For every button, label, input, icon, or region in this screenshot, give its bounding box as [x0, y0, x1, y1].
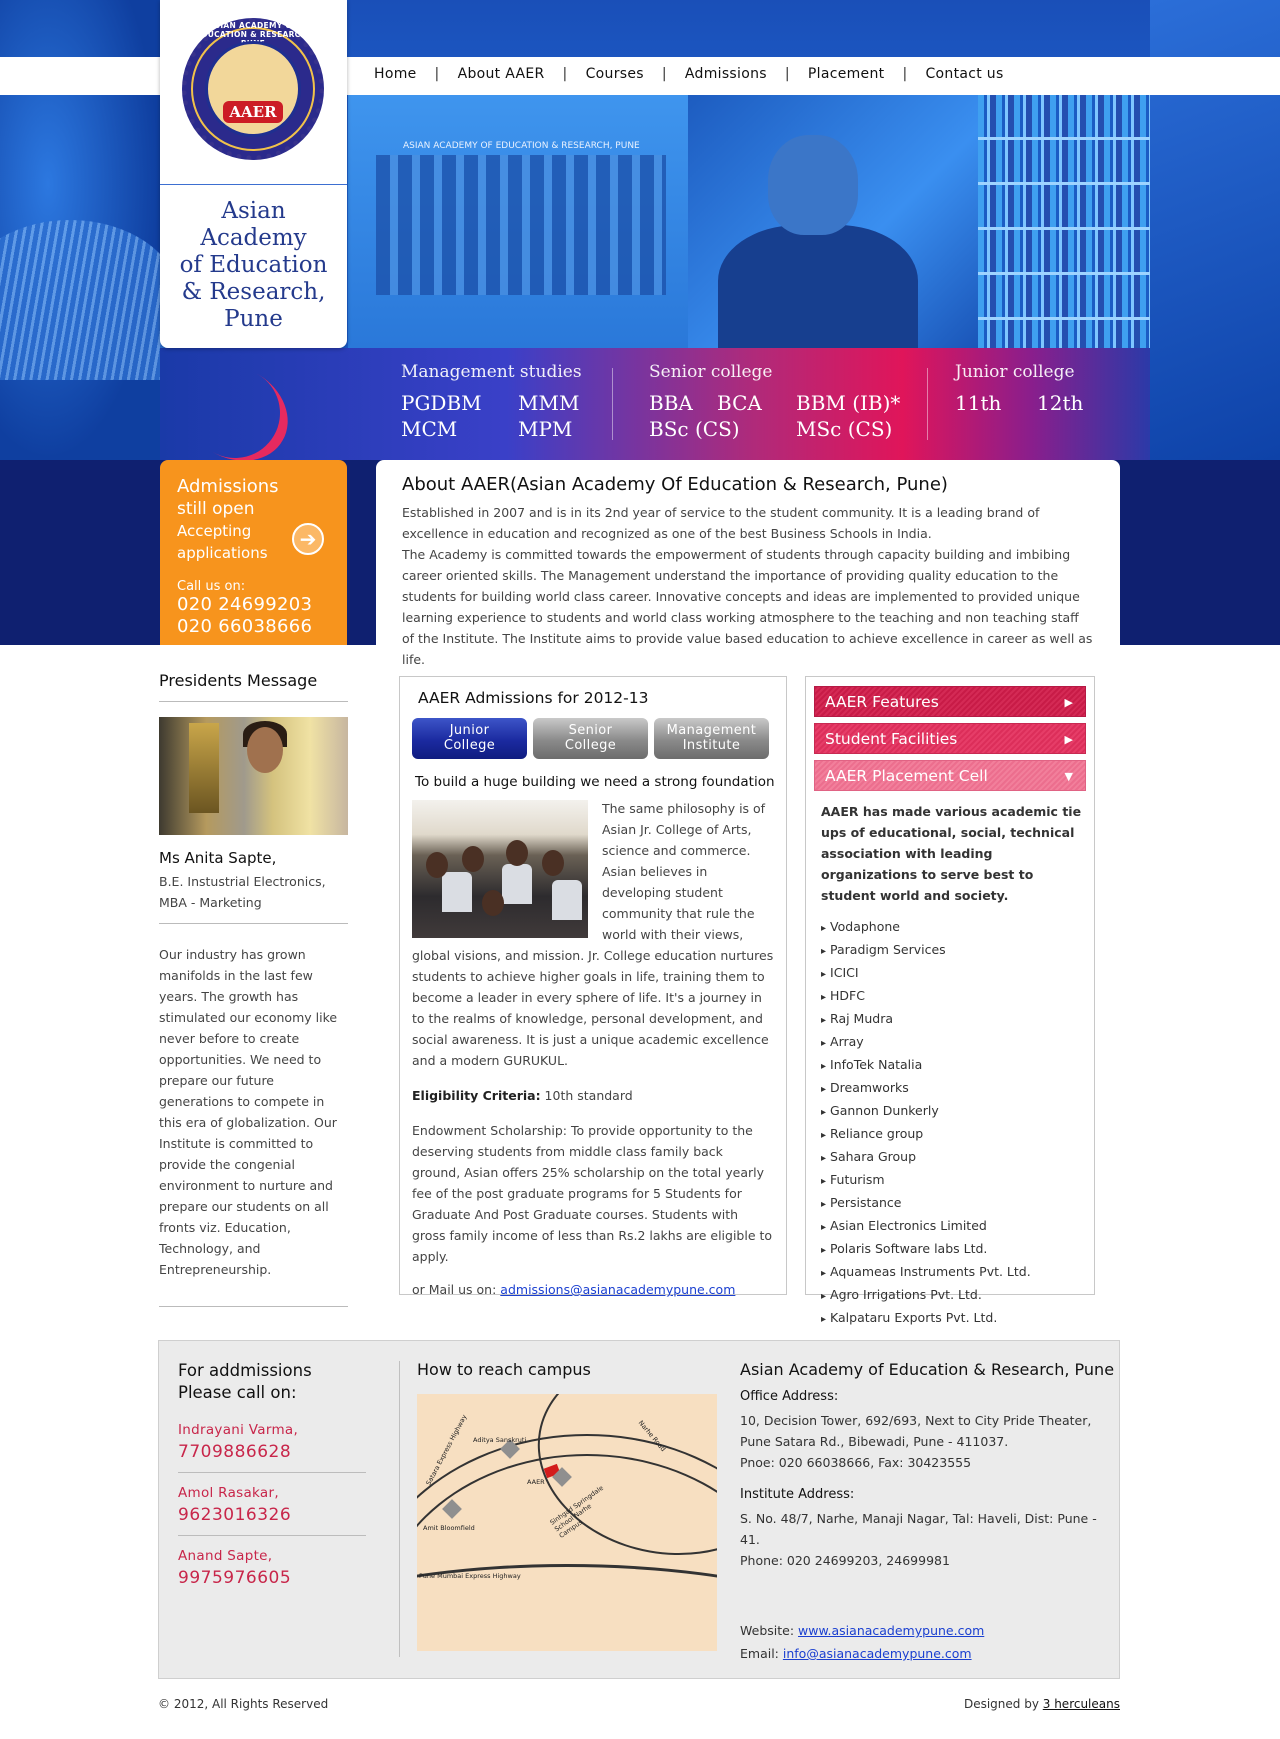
contact-person: Indrayani Varma, 7709886628: [178, 1422, 366, 1473]
nav-admissions[interactable]: Admissions: [683, 66, 769, 82]
admissions-title: AAER Admissions for 2012-13: [418, 689, 649, 707]
course-link[interactable]: MSc (CS): [796, 416, 892, 442]
president-photo: [159, 717, 348, 835]
campus-map[interactable]: Aditya Sanskruti AAER Sinhgad Springdale…: [417, 1394, 717, 1651]
eligibility: Eligibility Criteria: 10th standard: [412, 1088, 633, 1103]
accordion-aaer-features[interactable]: AAER Features ▶: [814, 686, 1086, 717]
bookshelf-image: [978, 95, 1150, 348]
designer-link[interactable]: 3 herculeans: [1043, 1697, 1120, 1711]
chevron-down-icon: ▼: [1064, 770, 1073, 783]
list-item: HDFC: [821, 985, 1086, 1008]
copyright: © 2012, All Rights Reserved: [158, 1697, 329, 1711]
course-link[interactable]: MPM: [518, 416, 572, 442]
nav-courses[interactable]: Courses: [584, 66, 646, 82]
hero-collage: ASIAN ACADEMY OF EDUCATION & RESEARCH, P…: [348, 95, 1150, 348]
course-link[interactable]: BBA: [649, 390, 717, 416]
list-item: Reliance group: [821, 1123, 1086, 1146]
list-item: Aquameas Instruments Pvt. Ltd.: [821, 1261, 1086, 1284]
junior-courses: Junior college 11th 12th: [955, 362, 1084, 416]
course-link[interactable]: PGDBM: [401, 390, 518, 416]
course-link[interactable]: 11th: [955, 390, 1037, 416]
course-link[interactable]: BCA: [717, 390, 796, 416]
main-nav: Home | About AAER | Courses | Admissions | P…: [372, 66, 1005, 82]
teacher-image: [688, 95, 978, 348]
contact-person: Anand Sapte, 9975976605: [178, 1548, 292, 1588]
course-tabs: Junior College Senior College Management In…: [412, 718, 775, 759]
list-item: Dreamworks: [821, 1077, 1086, 1100]
campus-building-image: ASIAN ACADEMY OF EDUCATION & RESEARCH, P…: [348, 95, 688, 348]
list-item: Paradigm Services: [821, 939, 1086, 962]
accordion-placement-cell[interactable]: AAER Placement Cell ▼: [814, 760, 1086, 791]
list-item: Agro Irrigations Pvt. Ltd.: [821, 1284, 1086, 1307]
admissions-panel: AAER Admissions for 2012-13 Junior Colleg…: [399, 676, 787, 1297]
tab-management-institute[interactable]: Management Institute: [654, 718, 769, 759]
president-message-text: Our industry has grown manifolds in the …: [159, 944, 348, 1307]
list-item: Polaris Software labs Ltd.: [821, 1238, 1086, 1261]
phone-number: 020 24699203: [177, 594, 313, 615]
list-item: Asian Electronics Limited: [821, 1215, 1086, 1238]
aaer-emblem-logo: ASIAN ACADEMY OF EDUCATION & RESEARCH, P…: [182, 18, 324, 160]
admissions-open-box[interactable]: Admissions still open Accepting applicat…: [160, 460, 347, 645]
list-item: Kalpataru Exports Pvt. Ltd.: [821, 1307, 1086, 1330]
contact-person: Amol Rasakar, 9623016326: [178, 1485, 366, 1536]
admissions-email-link[interactable]: admissions@asianacademypune.com: [500, 1282, 735, 1297]
designer-credit: Designed by 3 herculeans: [963, 1697, 1120, 1711]
website-link[interactable]: www.asianacademypune.com: [798, 1623, 984, 1638]
nav-about[interactable]: About AAER: [456, 66, 547, 82]
scholarship-text: Endowment Scholarship: To provide opport…: [412, 1123, 773, 1264]
management-courses: Management studies PGDBM MMM MCM MPM: [401, 362, 582, 442]
features-panel: AAER Features ▶ Student Facilities ▶ AAER …: [805, 676, 1095, 1325]
phone-number: 020 66038666: [177, 616, 313, 637]
list-item: Persistance: [821, 1192, 1086, 1215]
accordion-student-facilities[interactable]: Student Facilities ▶: [814, 723, 1086, 754]
logo-card[interactable]: ASIAN ACADEMY OF EDUCATION & RESEARCH, P…: [160, 0, 347, 348]
classroom-photo: [412, 800, 588, 938]
nav-home[interactable]: Home: [372, 66, 419, 82]
tab-junior-college[interactable]: Junior College: [412, 718, 527, 759]
list-item: Sahara Group: [821, 1146, 1086, 1169]
presidents-message: Presidents Message Ms Anita Sapte, B.E. …: [159, 671, 348, 1307]
course-link[interactable]: BBM (IB)*: [796, 390, 900, 416]
institute-name: Asian Academy of Education & Research, P…: [179, 198, 328, 332]
admission-contacts: For addmissions Please call on: Indrayan…: [178, 1360, 366, 1598]
course-strip: Management studies PGDBM MMM MCM MPM Senio…: [160, 346, 1150, 480]
address-section: Asian Academy of Education & Research, P…: [740, 1360, 1115, 1661]
course-link[interactable]: 12th: [1037, 390, 1083, 416]
tab-senior-college[interactable]: Senior College: [533, 718, 648, 759]
list-item: Raj Mudra: [821, 1008, 1086, 1031]
arrow-right-icon: ▶: [1064, 733, 1073, 746]
arrow-right-icon: ▶: [1064, 696, 1073, 709]
about-section: About AAER(Asian Academy Of Education & …: [376, 460, 1120, 667]
president-name: Ms Anita Sapte,: [159, 849, 277, 867]
course-link[interactable]: MMM: [518, 390, 579, 416]
footer-contact-box: For addmissions Please call on: Indrayan…: [158, 1340, 1120, 1679]
list-item: InfoTek Natalia: [821, 1054, 1086, 1077]
list-item: Futurism: [821, 1169, 1086, 1192]
partner-list: Vodaphone Paradigm Services ICICI HDFC R…: [821, 916, 1086, 1330]
email-link[interactable]: info@asianacademypune.com: [783, 1646, 972, 1661]
campus-map-section: How to reach campus Aditya Sanskruti AAE…: [417, 1360, 717, 1651]
course-link[interactable]: MCM: [401, 416, 518, 442]
nav-placement[interactable]: Placement: [806, 66, 887, 82]
list-item: Gannon Dunkerly: [821, 1100, 1086, 1123]
section-heading: Presidents Message: [159, 671, 348, 702]
arrow-right-icon[interactable]: ➔: [292, 523, 324, 555]
president-qualifications: B.E. Instustrial Electronics, MBA - Mark…: [159, 871, 348, 924]
senior-courses: Senior college BBA BCA BBM (IB)* BSc (CS) M…: [649, 362, 901, 442]
nav-contact[interactable]: Contact us: [923, 66, 1005, 82]
list-item: ICICI: [821, 962, 1086, 985]
list-item: Vodaphone: [821, 916, 1086, 939]
list-item: Array: [821, 1031, 1086, 1054]
tieups-intro: AAER has made various academic tie ups o…: [821, 804, 1082, 903]
tab-subtitle: To build a huge building we need a stron…: [415, 774, 775, 790]
about-title: About AAER(Asian Academy Of Education & …: [402, 474, 948, 495]
course-link[interactable]: BSc (CS): [649, 416, 796, 442]
